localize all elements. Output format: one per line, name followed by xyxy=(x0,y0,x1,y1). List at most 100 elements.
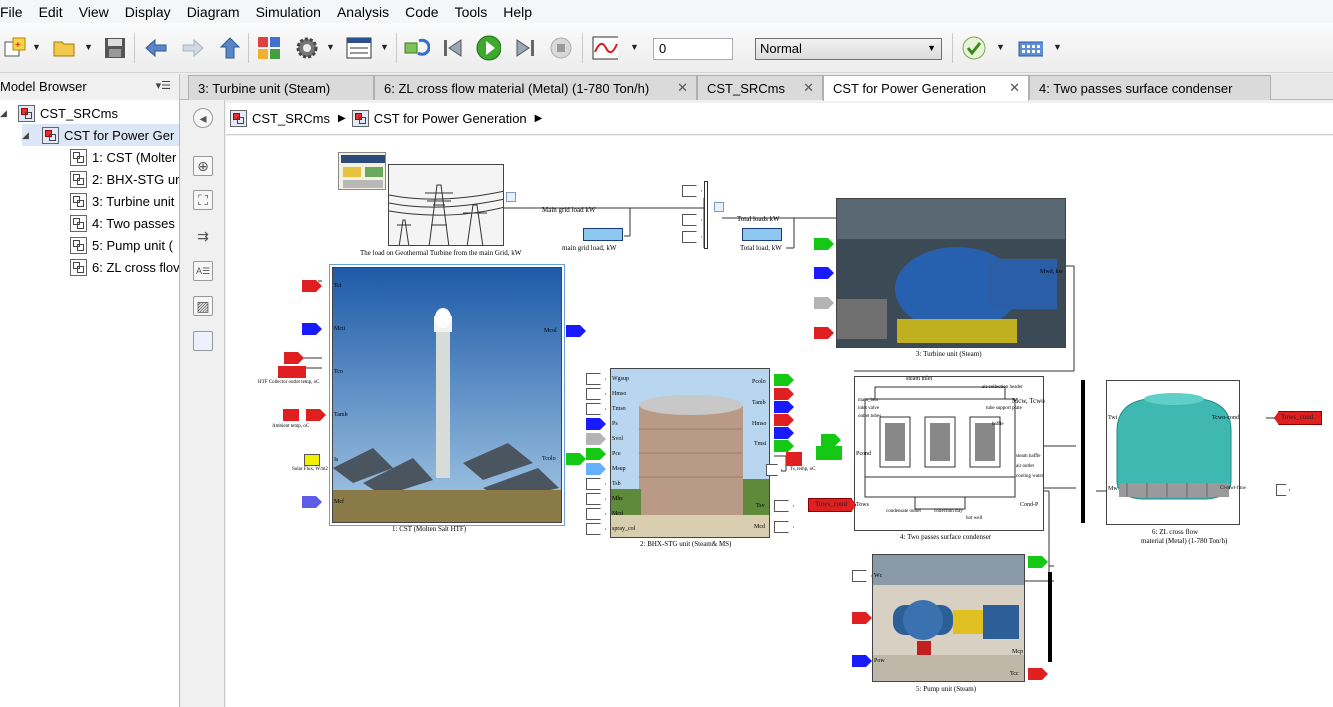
geothermal-logo-image[interactable] xyxy=(338,152,386,190)
forward-arrow-icon[interactable] xyxy=(180,35,206,61)
tree-node-child[interactable]: 5: Pump unit ( xyxy=(70,234,173,256)
sum-block[interactable] xyxy=(704,181,708,249)
model-advisor-check-icon[interactable] xyxy=(961,35,987,61)
run-play-icon[interactable] xyxy=(475,35,501,61)
tab-cst-power-generation[interactable]: CST for Power Generation ✕ xyxy=(823,75,1029,101)
link-icon[interactable] xyxy=(506,192,516,202)
tab-zl-cross-flow[interactable]: 6: ZL cross flow material (Metal) (1-780… xyxy=(374,75,697,100)
tree-node-child[interactable]: 2: BHX-STG ur xyxy=(70,168,179,190)
port-label: Mcp xyxy=(1012,649,1023,655)
solar-flux-source[interactable] xyxy=(304,454,320,466)
menu-tools[interactable]: Tools xyxy=(447,4,496,20)
menu-simulation[interactable]: Simulation xyxy=(248,4,329,20)
tree-node-child[interactable]: 3: Turbine unit xyxy=(70,190,174,212)
update-diagram-icon[interactable] xyxy=(404,35,430,61)
bhx-stg-block[interactable] xyxy=(610,368,770,538)
tows-cond-goto-tag[interactable]: Tows_cond xyxy=(808,498,857,512)
breadcrumb-current[interactable]: CST for Power Generation xyxy=(351,110,527,127)
expand-icon[interactable]: ◢ xyxy=(0,108,12,119)
port-label: Pcond xyxy=(856,451,871,457)
explorer-dropdown-chevron-icon[interactable]: ▼ xyxy=(380,42,389,52)
cst-molten-salt-block[interactable] xyxy=(329,264,565,526)
back-arrow-icon[interactable] xyxy=(143,35,169,61)
diagram-canvas[interactable]: The load on Geothermal Turbine from the … xyxy=(226,136,1333,707)
close-icon[interactable]: ✕ xyxy=(677,80,688,96)
pump-unit-block[interactable] xyxy=(872,554,1025,682)
solar-tag-label: Solar Flux, W/m2 xyxy=(292,467,328,472)
settings-dropdown-chevron-icon[interactable]: ▼ xyxy=(326,42,335,52)
simulation-mode-select[interactable]: Normal ▼ xyxy=(755,38,942,60)
condenser-input-block[interactable] xyxy=(816,446,842,460)
menu-analysis[interactable]: Analysis xyxy=(329,4,397,20)
open-folder-icon[interactable] xyxy=(52,35,78,61)
new-model-icon[interactable]: + xyxy=(2,35,28,61)
zoom-icon[interactable]: ⊕ xyxy=(193,156,213,176)
step-forward-icon[interactable] xyxy=(512,35,538,61)
port-label: Tcwo-cond xyxy=(1212,415,1239,421)
ts-temp-display[interactable] xyxy=(786,452,802,466)
tows-cond-from-tag[interactable]: Tows_cond xyxy=(1274,411,1323,425)
menu-diagram[interactable]: Diagram xyxy=(179,4,248,20)
main-grid-display-label: main grid load, kW xyxy=(562,244,617,252)
cooling-tower-photo xyxy=(1107,381,1239,524)
fit-to-view-icon[interactable]: ⛶ xyxy=(193,190,213,210)
close-icon[interactable]: ✕ xyxy=(803,80,814,96)
menu-code[interactable]: Code xyxy=(397,4,446,20)
stop-time-input[interactable]: 0 xyxy=(653,38,733,60)
grid-transmission-image[interactable] xyxy=(388,164,504,246)
panel-menu-icon[interactable]: ▾☰ xyxy=(156,79,171,92)
tree-node-model[interactable]: ◢ CST for Power Ger xyxy=(22,124,179,146)
tree-node-child[interactable]: 1: CST (Molter xyxy=(70,146,176,168)
tab-two-passes-condenser[interactable]: 4: Two passes surface condenser xyxy=(1029,75,1271,100)
tab-cst-srcms[interactable]: CST_SRCms ✕ xyxy=(697,75,823,100)
expand-icon[interactable]: ◢ xyxy=(22,130,34,141)
advisor-dropdown-chevron-icon[interactable]: ▼ xyxy=(996,42,1005,52)
port-label: Ps xyxy=(612,421,618,427)
step-back-icon[interactable] xyxy=(440,35,466,61)
area-icon[interactable] xyxy=(193,331,213,351)
turbine-unit-block[interactable] xyxy=(836,198,1066,348)
menu-edit[interactable]: Edit xyxy=(31,4,71,20)
htf-temp-source[interactable] xyxy=(278,366,306,378)
total-load-display[interactable] xyxy=(742,228,782,241)
build-dropdown-chevron-icon[interactable]: ▼ xyxy=(1053,42,1062,52)
image-icon[interactable]: ▨ xyxy=(193,296,213,316)
callout-label: hot well xyxy=(966,516,983,521)
tree-node-root[interactable]: ◢ CST_SRCms xyxy=(0,102,118,124)
callout-label: main_btor xyxy=(858,398,879,403)
port-label: Mcii xyxy=(334,326,346,332)
menu-help[interactable]: Help xyxy=(495,4,540,20)
port-label: spray_col xyxy=(612,526,636,532)
bus-bar[interactable] xyxy=(1081,380,1085,523)
new-dropdown-chevron-icon[interactable]: ▼ xyxy=(32,42,41,52)
menu-view[interactable]: View xyxy=(71,4,117,20)
scope-signal-icon[interactable] xyxy=(592,35,618,61)
save-icon[interactable] xyxy=(102,35,128,61)
toolbar: + ▼ ▼ ▼ ▼ ▼ 0 Normal ▼ ▼ ▼ xyxy=(0,23,1333,73)
tab-label: 4: Two passes surface condenser xyxy=(1039,81,1233,96)
tree-node-child[interactable]: 6: ZL cross flov xyxy=(70,256,180,278)
hide-browser-icon[interactable]: ◂ xyxy=(193,108,213,128)
stop-icon[interactable] xyxy=(548,35,574,61)
bus-bar[interactable] xyxy=(1048,572,1052,662)
breadcrumb-root[interactable]: CST_SRCms xyxy=(230,110,330,127)
model-explorer-icon[interactable] xyxy=(346,35,372,61)
library-browser-icon[interactable] xyxy=(256,35,282,61)
tree-node-label: 6: ZL cross flov xyxy=(92,259,180,275)
link-icon[interactable] xyxy=(714,202,724,212)
cooling-tower-block[interactable] xyxy=(1106,380,1240,525)
gear-icon[interactable] xyxy=(294,35,320,61)
annotation-icon[interactable]: A☰ xyxy=(193,261,213,281)
build-model-icon[interactable] xyxy=(1017,35,1043,61)
arrow-signal-icon[interactable]: ⇉ xyxy=(193,226,213,246)
scope-dropdown-chevron-icon[interactable]: ▼ xyxy=(630,42,639,52)
tree-node-child[interactable]: 4: Two passes xyxy=(70,212,175,234)
menu-file[interactable]: File xyxy=(0,4,31,20)
tab-turbine-unit[interactable]: 3: Turbine unit (Steam) xyxy=(188,75,374,100)
menu-display[interactable]: Display xyxy=(117,4,179,20)
close-icon[interactable]: ✕ xyxy=(1009,80,1020,96)
open-dropdown-chevron-icon[interactable]: ▼ xyxy=(84,42,93,52)
ambient-temp-source[interactable] xyxy=(283,409,299,421)
main-grid-load-display[interactable] xyxy=(583,228,623,241)
up-arrow-icon[interactable] xyxy=(217,35,243,61)
